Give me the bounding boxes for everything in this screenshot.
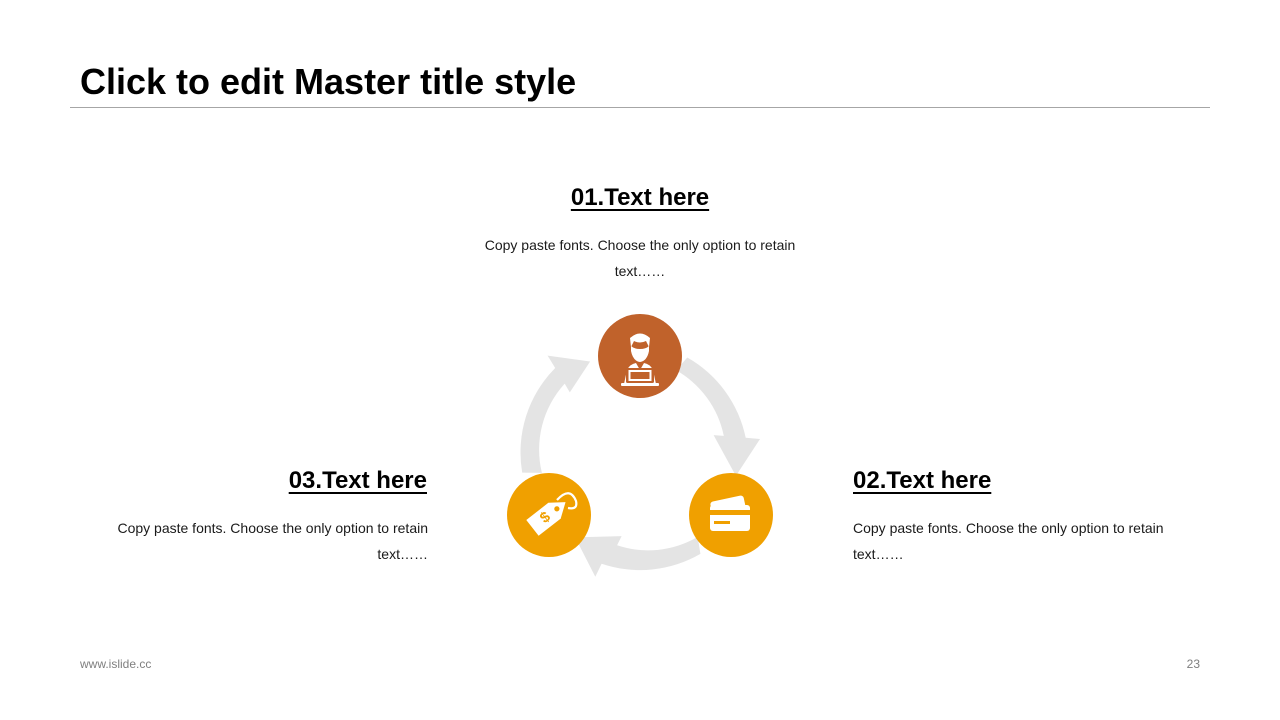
item-3-body: Copy paste fonts. Choose the only option…: [117, 520, 428, 562]
title-divider: [70, 107, 1210, 108]
item-3-heading: 03.Text here: [288, 467, 427, 494]
cycle-arrow-left-to-top: [520, 355, 591, 473]
footer-website: www.islide.cc: [80, 657, 152, 671]
item-2-heading: 02.Text here: [853, 467, 992, 494]
cycle-node-2: [689, 473, 773, 557]
cycle-arrow-right-to-left: [575, 536, 701, 577]
cycle-arrow-top-to-right: [676, 357, 760, 476]
cycle-node-3: $: [507, 473, 591, 557]
item-2-body: Copy paste fonts. Choose the only option…: [853, 520, 1164, 562]
slide-title: Click to edit Master title style: [80, 61, 577, 102]
cycle-node-1: [598, 314, 682, 398]
item-1-body: Copy paste fonts. Choose the only option…: [484, 237, 796, 279]
item-1-heading: 01.Text here: [570, 184, 710, 211]
cycle-diagram: $: [507, 314, 773, 577]
page-number: 23: [1186, 657, 1200, 671]
